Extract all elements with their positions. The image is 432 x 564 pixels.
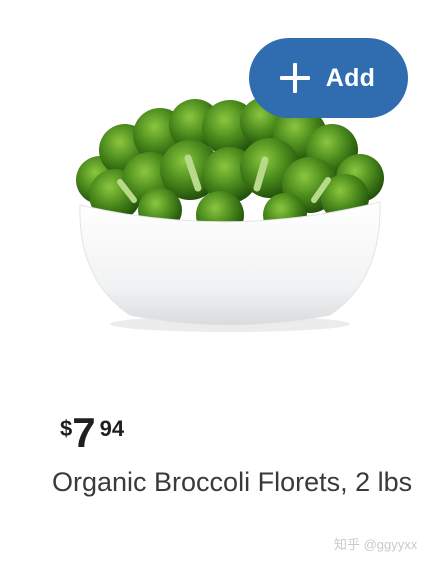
product-price: $ 7 94 (60, 408, 124, 454)
product-image[interactable] (60, 90, 400, 340)
add-button-label: Add (325, 63, 376, 92)
price-dollars: 7 (72, 409, 96, 456)
price-cents: 94 (99, 416, 125, 441)
price-currency: $ (60, 416, 73, 441)
plus-icon (279, 63, 310, 93)
product-title[interactable]: Organic Broccoli Florets, 2 lbs (52, 462, 420, 502)
product-card[interactable]: Add $ 7 94 Organic Broccoli Florets, 2 l… (0, 0, 432, 564)
watermark: 知乎 @ggyyxx (334, 537, 418, 552)
add-to-cart-button[interactable]: Add (249, 38, 408, 118)
